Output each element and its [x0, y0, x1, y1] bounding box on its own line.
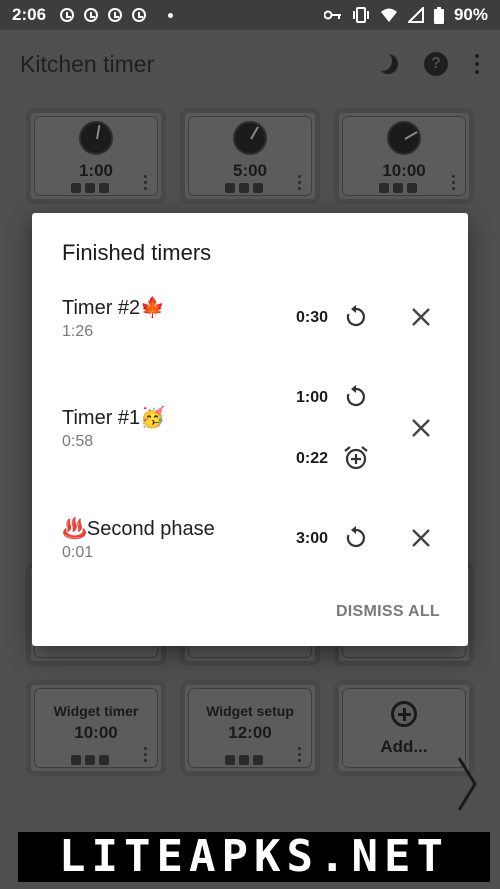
tile-menu-icon[interactable]	[298, 175, 301, 190]
add-alarm-icon[interactable]	[342, 444, 370, 472]
widget-setup-duration: 12:00	[228, 723, 272, 742]
timer-name: ♨️Second phase	[62, 518, 215, 540]
timer-name: Timer #1🥳	[62, 407, 166, 429]
widget-setup-label: Widget setup	[206, 703, 294, 719]
status-right: 90%	[323, 5, 488, 25]
vibrate-icon	[352, 7, 369, 23]
widget-timer-duration: 10:00	[74, 723, 118, 742]
timer-elapsed: 1:26	[62, 323, 94, 340]
dismiss-all-button[interactable]: DISMISS ALL	[336, 603, 440, 621]
alarm-icon	[84, 8, 99, 22]
add-timer-label: Add...	[380, 737, 428, 756]
timer-tile[interactable]: 10:00	[334, 108, 474, 204]
timer-duration: 1:00	[78, 161, 114, 180]
alarm-icon	[108, 8, 123, 22]
restart-icon[interactable]	[342, 524, 370, 552]
add-alarm-icon	[391, 701, 417, 727]
help-icon[interactable]: ?	[424, 52, 448, 76]
close-icon[interactable]	[407, 303, 435, 331]
restart-icon[interactable]	[342, 303, 370, 331]
timer-dial-icon	[79, 121, 113, 155]
restart-duration: 0:30	[295, 309, 328, 326]
signal-icon	[407, 7, 424, 23]
watermark: LITEAPKS.NET	[18, 832, 490, 882]
key-icon	[323, 10, 341, 20]
restart-icon[interactable]	[342, 383, 370, 411]
tile-menu-icon[interactable]	[452, 175, 455, 190]
restart-duration: 1:00	[295, 389, 328, 406]
overflow-menu-icon[interactable]	[474, 54, 480, 74]
timer-elapsed: 0:01	[62, 544, 94, 561]
timer-duration: 5:00	[232, 161, 268, 180]
timer-dial-icon	[233, 121, 267, 155]
app-title: Kitchen timer	[20, 50, 155, 77]
wifi-icon	[380, 8, 397, 22]
tile-menu-icon[interactable]	[144, 747, 147, 762]
battery-percent: 90%	[453, 5, 488, 24]
widget-setup-tile[interactable]: Widget setup 12:00	[180, 680, 320, 776]
battery-icon	[433, 6, 444, 24]
tile-menu-icon[interactable]	[298, 747, 301, 762]
chevron-right-icon[interactable]	[455, 756, 479, 812]
timer-options-icons	[225, 183, 263, 193]
timer-options-icons	[71, 183, 109, 193]
close-icon[interactable]	[407, 414, 435, 442]
app-bar-actions: ?	[372, 51, 480, 76]
timer-options-icons	[225, 755, 263, 765]
alarm-icon	[60, 8, 75, 22]
timer-duration: 10:00	[382, 161, 426, 180]
widget-timer-label: Widget timer	[53, 703, 139, 719]
timer-options-icons	[379, 183, 417, 193]
restart-duration: 3:00	[295, 530, 328, 547]
finished-timers-dialog: Finished timers Timer #2🍁 1:26 0:30 Time…	[32, 213, 468, 646]
status-time: 2:06	[12, 5, 47, 24]
snooze-duration: 0:22	[295, 450, 328, 467]
alarm-icon	[132, 8, 147, 22]
timer-tile[interactable]: 5:00	[180, 108, 320, 204]
timer-dial-icon	[387, 121, 421, 155]
app-bar: Kitchen timer ?	[0, 30, 500, 98]
status-bar: 2:06 90%	[0, 0, 500, 30]
notification-icons	[60, 8, 174, 22]
timer-options-icons	[71, 755, 109, 765]
tile-menu-icon[interactable]	[144, 175, 147, 190]
widget-timer-tile[interactable]: Widget timer 10:00	[26, 680, 166, 776]
close-icon[interactable]	[407, 524, 435, 552]
night-mode-icon[interactable]	[372, 51, 398, 74]
add-timer-tile[interactable]: Add...	[334, 680, 474, 776]
dialog-title: Finished timers	[62, 240, 212, 265]
timer-elapsed: 0:58	[62, 433, 94, 450]
timer-tile[interactable]: 1:00	[26, 108, 166, 204]
more-notifications-icon	[168, 12, 174, 18]
timer-name: Timer #2🍁	[62, 297, 166, 319]
